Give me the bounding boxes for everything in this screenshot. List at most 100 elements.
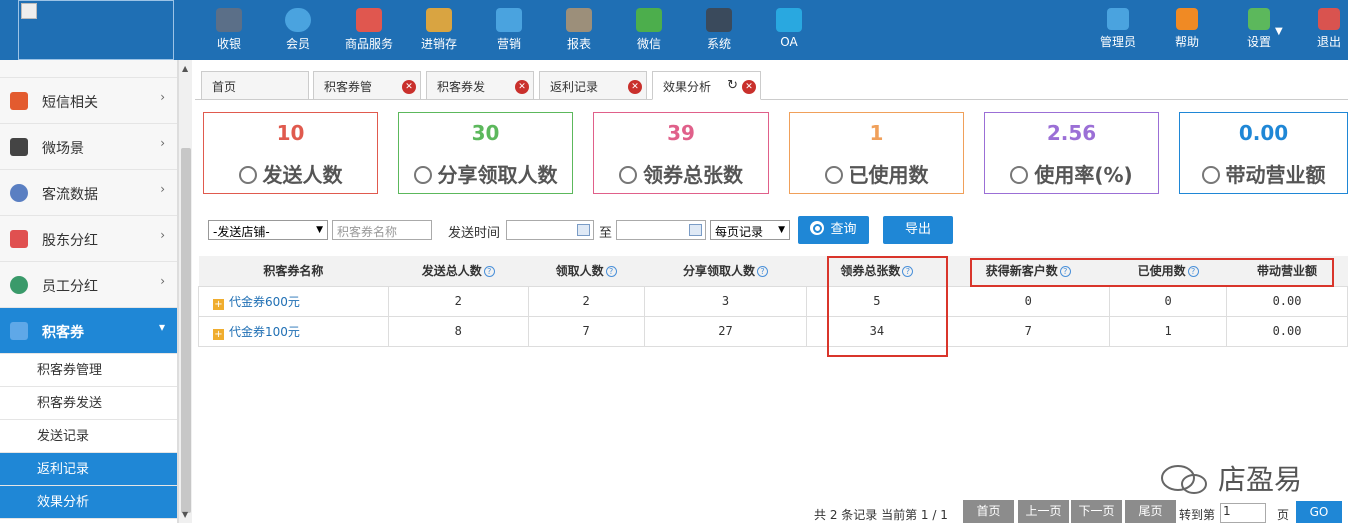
refresh-icon[interactable]: ↻ [727, 78, 738, 93]
sidebar-sub-effect-analysis[interactable]: 效果分析 [0, 486, 177, 519]
cell: 7 [527, 315, 645, 347]
tab-home[interactable]: 首页 [201, 71, 309, 100]
cell: 8 [387, 315, 529, 347]
settings-dropdown-icon[interactable]: ▼ [1275, 26, 1283, 37]
scroll-down-icon[interactable]: ▼ [182, 510, 188, 519]
highlight-box [970, 258, 1334, 287]
store-select[interactable]: -发送店铺- ▼ [208, 220, 328, 240]
stat-card-use-rate: 2.56 使用率(%) [984, 112, 1159, 194]
end-date-input[interactable] [616, 220, 706, 240]
stat-card-used: 1 已使用数 [789, 112, 964, 194]
page-number-input[interactable]: 1 [1220, 503, 1266, 523]
tab-coupon-manage[interactable]: 积客券管 ✕ [313, 71, 421, 100]
cell: 2 [527, 285, 645, 317]
close-icon[interactable]: ✕ [628, 80, 642, 94]
cell: 3 [643, 285, 808, 317]
sidebar-partial-item[interactable] [0, 60, 177, 78]
calendar-icon[interactable] [577, 224, 590, 236]
chevron-down-icon: ▼ [778, 225, 785, 235]
scroll-up-icon[interactable]: ▲ [182, 64, 188, 73]
help-icon [1176, 8, 1198, 30]
sidebar-item-traffic[interactable]: 客流数据 › [0, 170, 177, 216]
pager-info: 共 2 条记录 当前第 1 / 1 [814, 508, 948, 522]
cell: 0 [1109, 285, 1228, 317]
calendar-icon[interactable] [689, 224, 702, 236]
nav-logout[interactable]: 退出 [1299, 8, 1348, 50]
col-received: 领取人数? [528, 256, 645, 287]
goto-label: 转到第 [1179, 508, 1216, 522]
prev-page-button[interactable]: 上一页 [1018, 500, 1069, 523]
nav-goods[interactable]: 商品服务 [338, 8, 400, 52]
nav-member[interactable]: 会员 [268, 8, 328, 52]
cell: 0 [946, 285, 1111, 317]
sidebar-sub-coupon-send[interactable]: 积客券发送 [0, 387, 177, 420]
close-icon[interactable]: ✕ [742, 80, 756, 94]
sidebar-item-coupon[interactable]: 积客券 ▾ [0, 308, 177, 354]
nav-wechat[interactable]: 微信 [619, 8, 679, 52]
tab-bar: 首页 积客券管 ✕ 积客券发 ✕ 返利记录 ✕ 效果分析 ↻ ✕ [195, 66, 1348, 100]
wechat-icon [636, 8, 662, 32]
nav-report[interactable]: 报表 [549, 8, 609, 52]
cell: 7 [946, 315, 1111, 347]
go-button[interactable]: GO [1296, 501, 1342, 523]
coupon-name-input[interactable]: 积客券名称 [332, 220, 432, 240]
nav-admin[interactable]: 管理员 [1088, 8, 1148, 50]
help-icon[interactable]: ? [483, 266, 495, 278]
highlight-box [827, 256, 948, 357]
nav-marketing[interactable]: 营销 [479, 8, 539, 52]
expand-icon[interactable]: + [213, 298, 224, 310]
watermark-text: 店盈易 [1218, 463, 1303, 496]
goods-icon [356, 8, 382, 32]
page-size-select[interactable]: 每页记录 ▼ [710, 220, 790, 240]
logout-icon [1318, 8, 1340, 30]
tab-rebate-record[interactable]: 返利记录 ✕ [539, 71, 647, 100]
coupon-name-cell[interactable]: + 代金券100元 [198, 315, 389, 347]
pie-chart-icon [1010, 166, 1029, 184]
wechat-watermark-icon [1161, 465, 1207, 494]
shareholder-icon [10, 230, 28, 248]
admin-icon [1107, 8, 1129, 30]
nav-cashier[interactable]: 收银 [199, 8, 259, 52]
marketing-icon [496, 8, 522, 32]
nav-inventory[interactable]: 进销存 [409, 8, 469, 52]
oa-icon [776, 8, 802, 32]
help-icon[interactable]: ? [605, 266, 617, 278]
query-button[interactable]: 查询 [798, 216, 869, 244]
chevron-down-icon: ▾ [158, 320, 165, 334]
nav-oa[interactable]: OA [759, 8, 819, 49]
first-page-button[interactable]: 首页 [963, 500, 1014, 523]
help-icon[interactable]: ? [757, 266, 769, 278]
stat-card-revenue: 0.00 带动营业额 [1179, 112, 1348, 194]
database-icon [1201, 166, 1220, 184]
sidebar-item-staff[interactable]: 员工分红 › [0, 262, 177, 308]
export-button[interactable]: 导出 [883, 216, 953, 244]
sidebar-scrollbar[interactable]: ▲ ▼ [178, 60, 192, 523]
broken-image-icon [21, 3, 37, 19]
last-page-button[interactable]: 尾页 [1125, 500, 1176, 523]
tab-effect-analysis[interactable]: 效果分析 ↻ ✕ [652, 71, 761, 100]
tab-coupon-send[interactable]: 积客券发 ✕ [426, 71, 534, 100]
sidebar-sub-coupon-manage[interactable]: 积客券管理 [0, 354, 177, 387]
sidebar-item-shareholder[interactable]: 股东分红 › [0, 216, 177, 262]
sidebar-item-sms[interactable]: 短信相关 › [0, 78, 177, 124]
coupon-circle-icon [619, 166, 637, 184]
expand-icon[interactable]: + [213, 328, 224, 340]
table-row: + 代金券600元 2 2 3 5 0 0 0.00 [198, 285, 1348, 317]
nav-system[interactable]: 系统 [689, 8, 749, 52]
scrollbar-thumb[interactable] [181, 148, 191, 513]
top-navbar: 收银 会员 商品服务 进销存 营销 报表 微信 系统 OA 管理员 帮助 设置 … [0, 0, 1348, 60]
sidebar-sub-rebate-record[interactable]: 返利记录 [0, 453, 177, 486]
close-icon[interactable]: ✕ [515, 80, 529, 94]
start-date-input[interactable] [506, 220, 594, 240]
staff-icon [10, 276, 28, 294]
cell: 2 [387, 285, 529, 317]
sidebar-sub-send-record[interactable]: 发送记录 [0, 420, 177, 453]
logo [18, 0, 174, 60]
nav-help[interactable]: 帮助 [1157, 8, 1217, 50]
sidebar-item-microscene[interactable]: 微场景 › [0, 124, 177, 170]
close-icon[interactable]: ✕ [402, 80, 416, 94]
system-icon [706, 8, 732, 32]
next-page-button[interactable]: 下一页 [1071, 500, 1122, 523]
user-circle-icon [413, 166, 432, 184]
coupon-name-cell[interactable]: + 代金券600元 [198, 285, 389, 317]
